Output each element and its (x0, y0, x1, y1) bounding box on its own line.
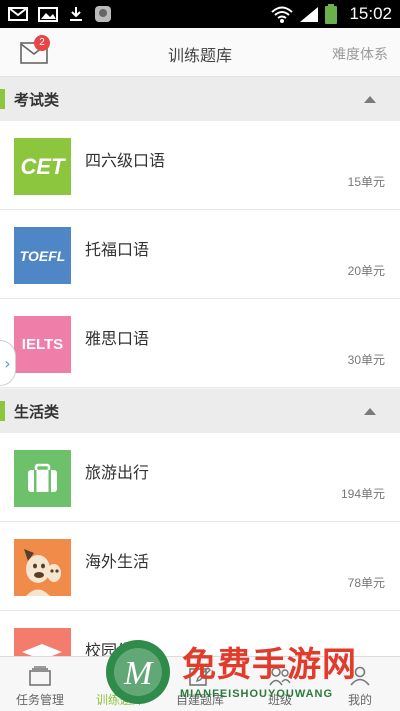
status-bar: 15:02 (0, 0, 400, 28)
item-name: 旅游出行 (85, 463, 150, 482)
list-item-travel[interactable]: 旅游出行 194单元 (0, 433, 400, 522)
ielts-thumbnail: IELTS (14, 316, 71, 373)
task-icon (29, 666, 51, 686)
item-name: 托福口语 (85, 240, 150, 259)
section-title: 考试类 (14, 91, 60, 109)
item-units: 20单元 (347, 264, 385, 278)
download-notification-icon (68, 6, 84, 22)
section-life-header[interactable]: 生活类 (0, 389, 400, 433)
cet-thumbnail: CET (14, 138, 71, 195)
item-name: 雅思口语 (85, 329, 150, 348)
class-icon (269, 667, 291, 686)
tab-mine[interactable]: 我的 (320, 657, 400, 711)
item-units: 78单元 (347, 576, 385, 590)
item-units: 30单元 (347, 353, 385, 367)
ielts-logo-text: IELTS (14, 316, 71, 373)
list-item-toefl[interactable]: TOEFL 托福口语 20单元 (0, 210, 400, 299)
tab-label: 我的 (347, 693, 372, 707)
dog-icon (14, 539, 71, 596)
status-time: 15:02 (349, 4, 392, 23)
tab-label: 自建题库 (175, 693, 224, 707)
section-title: 生活类 (14, 403, 60, 421)
list-item-ielts[interactable]: IELTS 雅思口语 30单元 (0, 299, 400, 388)
list-item-cet[interactable]: CET 四六级口语 15单元 (0, 121, 400, 210)
wifi-icon (271, 6, 294, 23)
toefl-thumbnail: TOEFL (14, 227, 71, 284)
collapse-arrow-icon[interactable] (364, 96, 376, 103)
tab-task-management[interactable]: 任务管理 (0, 657, 80, 711)
tab-label: 班级 (267, 693, 292, 707)
app-header: 2 训练题库 难度体系 (0, 28, 400, 77)
bottom-nav: 任务管理 训练题库 自建题库 班级 我的 (0, 656, 400, 711)
image-notification-icon (38, 6, 58, 22)
section-accent-bar (0, 89, 5, 109)
tab-label: 训练题库 (95, 693, 144, 707)
tab-label: 任务管理 (15, 693, 64, 707)
item-name: 四六级口语 (85, 151, 166, 170)
book-icon (109, 667, 131, 686)
tab-class[interactable]: 班级 (240, 657, 320, 711)
section-accent-bar (0, 401, 5, 421)
tab-custom-bank[interactable]: 自建题库 (160, 657, 240, 711)
toefl-logo-text: TOEFL (14, 227, 71, 284)
user-icon (350, 666, 370, 686)
suitcase-icon (14, 450, 71, 507)
battery-icon (325, 4, 338, 24)
cet-logo-text: CET (14, 138, 71, 195)
item-units: 194单元 (340, 487, 385, 501)
tab-training-bank[interactable]: 训练题库 (80, 657, 160, 711)
difficulty-system-link[interactable]: 难度体系 (332, 44, 388, 64)
app-notification-icon (94, 5, 112, 23)
item-units: 15单元 (347, 175, 385, 189)
app-root: 15:02 2 训练题库 难度体系 考试类 CET 四六级口语 15单元 TOE… (0, 0, 400, 711)
list-item-overseas[interactable]: 海外生活 78单元 (0, 522, 400, 611)
signal-icon (299, 6, 319, 23)
collapse-arrow-icon[interactable] (364, 408, 376, 415)
mail-notification-icon (8, 7, 28, 21)
chevron-right-icon: › (4, 353, 11, 373)
edit-icon (189, 667, 211, 686)
section-exam-header[interactable]: 考试类 (0, 77, 400, 121)
item-name: 海外生活 (85, 552, 150, 571)
